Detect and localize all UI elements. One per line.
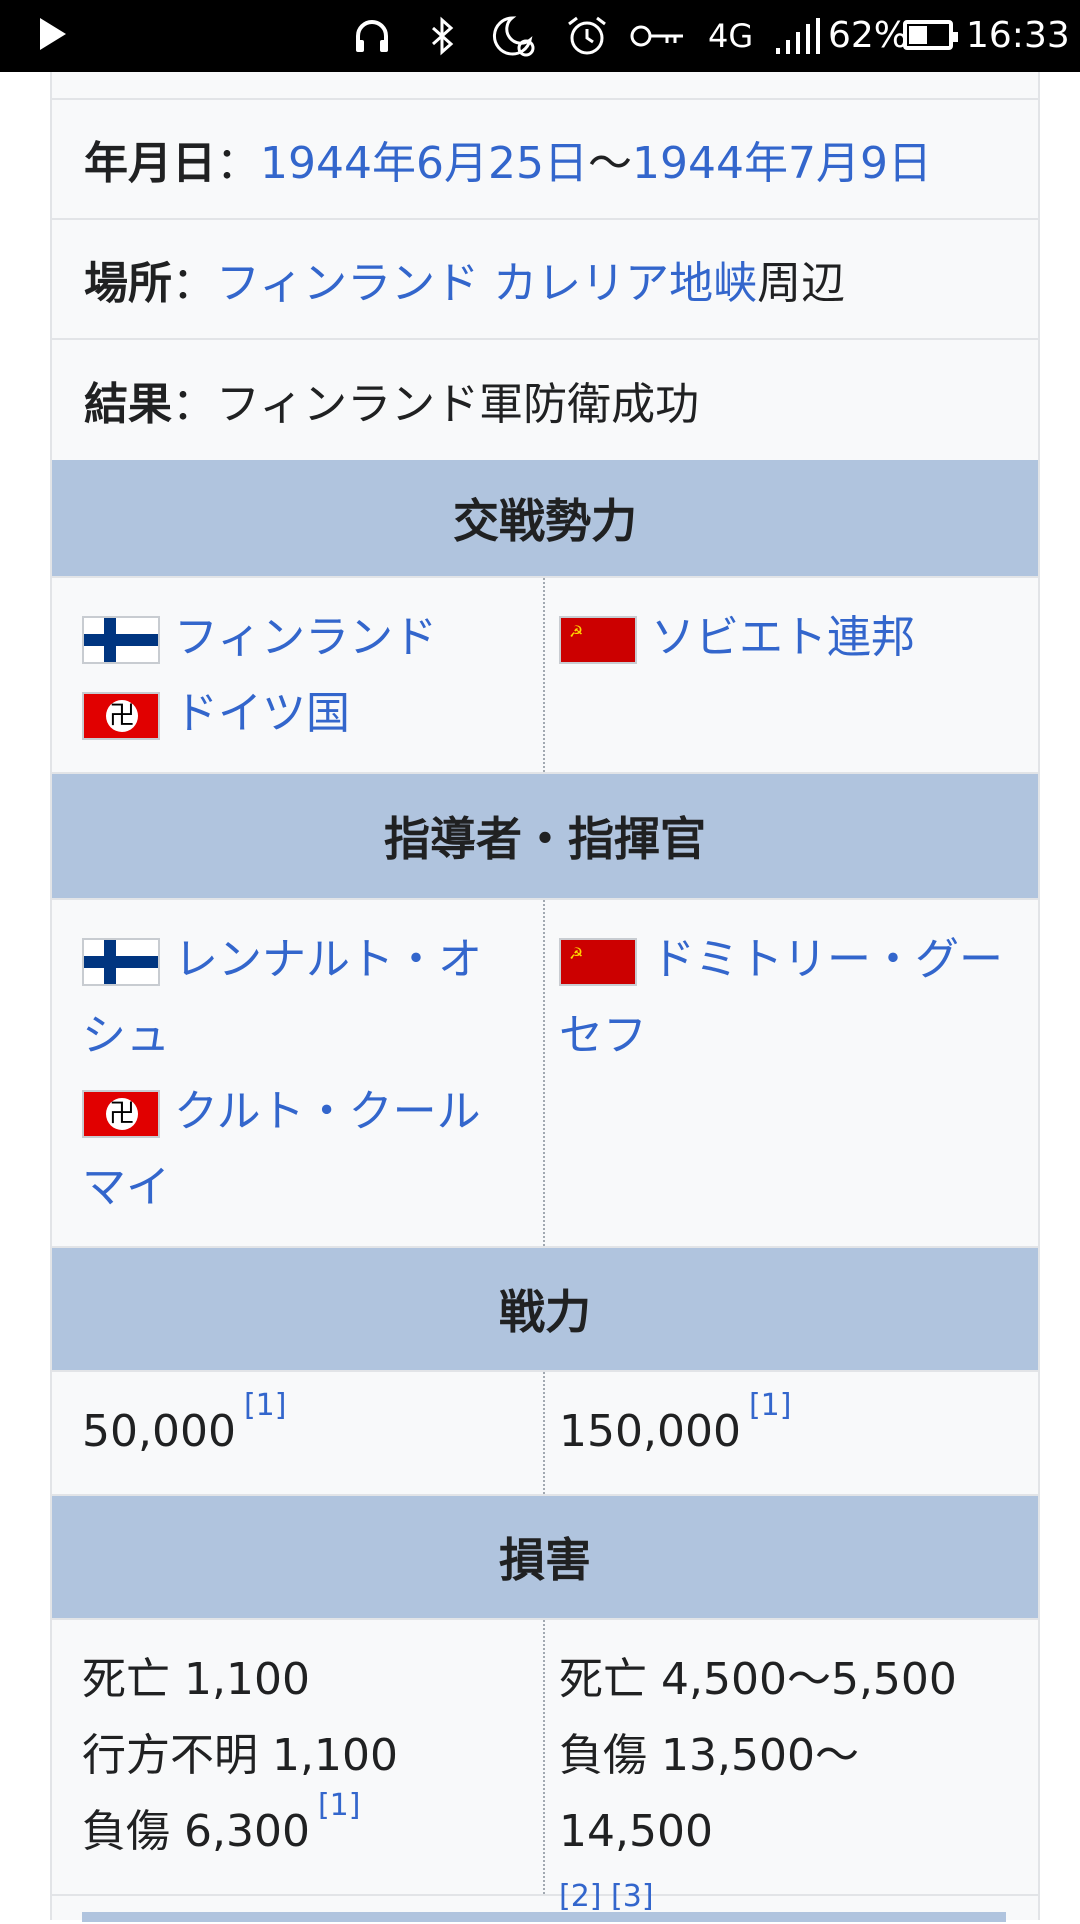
casualty-line: 負傷 6,300 [82,1806,310,1857]
infobox: 年月日： 1944年6月25日〜 1944年7月9日 場所：フィンランド カレリア地… [50,72,1040,1922]
casualty-line: 死亡 1,100 [82,1654,310,1705]
place-row: 場所：フィンランド カレリア地峡 周辺 [52,220,1038,340]
soviet-flag-icon[interactable]: ☭ [559,616,637,664]
soviet-link[interactable]: ソビエト連邦 [651,612,915,663]
casualties-right-ref[interactable]: [2] [559,1879,602,1914]
finland-flag-icon[interactable] [82,616,160,664]
strength-row: 50,000[1] 150,000[1] [52,1372,1038,1496]
result-separator: ： [172,379,216,430]
belligerent-soviet: ☭ ソビエト連邦 [559,600,1010,676]
bluetooth-icon [420,14,464,58]
finland-flag-icon[interactable] [82,938,160,986]
clock: 16:33 [966,15,1070,56]
finland-link[interactable]: フィンランド [174,612,437,663]
play-icon [40,18,66,50]
casualty-line: 行方不明 1,100 [82,1730,398,1781]
network-type: 4G [708,17,754,55]
strength-left-ref[interactable]: [1] [244,1388,287,1423]
casualties-left-ref[interactable]: [1] [318,1788,361,1823]
strength-right: 150,000[1] [545,1372,1038,1494]
date-separator: ： [216,138,260,189]
date-start-link[interactable]: 1944年6月25日 [260,127,588,191]
place-separator: ： [172,258,216,309]
commanders-row: レンナルト・オシュ 卍クルト・クールマイ ☭ ドミトリー・グーセフ [52,900,1038,1248]
soviet-flag-icon[interactable]: ☭ [559,938,637,986]
commander-germany: 卍クルト・クールマイ [82,1074,515,1226]
section-header-belligerents: 交戦勢力 [52,460,1038,578]
germany-link[interactable]: ドイツ国 [174,688,350,739]
do-not-disturb-icon [488,14,538,58]
strength-right-ref[interactable]: [1] [749,1388,792,1423]
strength-right-value: 150,000 [559,1406,741,1457]
belligerents-row: フィンランド 卍ドイツ国 ☭ ソビエト連邦 [52,578,1038,774]
section-header-strength: 戦力 [52,1248,1038,1372]
commander-soviet: ☭ ドミトリー・グーセフ [559,922,1010,1074]
casualties-left: 死亡 1,100 行方不明 1,100 負傷 6,300[1] [52,1620,545,1894]
casualty-line: 負傷 13,500〜14,500 [559,1730,859,1857]
casualty-line-with-ref: 負傷 6,300[1] [82,1788,515,1870]
date-row: 年月日： 1944年6月25日〜 1944年7月9日 [52,100,1038,220]
casualties-right-ref[interactable]: [3] [611,1879,654,1914]
date-range-separator: 〜 [587,138,632,189]
result-value: フィンランド軍防衛成功 [216,379,700,430]
casualties-right: 死亡 4,500〜5,500 負傷 13,500〜14,500 [2] [3] [545,1620,1038,1914]
commander-finland: レンナルト・オシュ [82,922,515,1074]
place-link[interactable]: フィンランド カレリア地峡 [216,247,757,311]
belligerent-finland: フィンランド [82,600,515,676]
result-row: 結果：フィンランド軍防衛成功 [52,340,1038,460]
battery-percent: 62% [828,15,909,56]
place-label: 場所 [84,258,172,309]
date-label: 年月日 [84,138,216,189]
casualties-row: 死亡 1,100 行方不明 1,100 負傷 6,300[1] 死亡 4,500… [52,1620,1038,1914]
battery-icon [903,20,958,50]
status-bar: 4G 62% 16:33 [0,0,1080,72]
vpn-key-icon [628,14,688,58]
belligerent-germany: 卍ドイツ国 [82,676,515,752]
next-section-header-partial [82,1912,1006,1922]
headphones-icon [350,14,394,58]
section-header-casualties: 損害 [52,1496,1038,1620]
strength-left: 50,000[1] [52,1372,545,1494]
commanders-left: レンナルト・オシュ 卍クルト・クールマイ [52,900,545,1246]
section-header-commanders: 指導者・指揮官 [52,774,1038,900]
signal-icon [774,14,820,58]
belligerents-right: ☭ ソビエト連邦 [545,578,1038,772]
casualty-line: 死亡 4,500〜5,500 [559,1654,957,1705]
belligerents-left: フィンランド 卍ドイツ国 [52,578,545,772]
strength-left-value: 50,000 [82,1406,236,1457]
germany-flag-icon[interactable]: 卍 [82,692,160,740]
date-end-link[interactable]: 1944年7月9日 [632,127,932,191]
alarm-icon [564,14,610,58]
germany-flag-icon[interactable]: 卍 [82,1090,160,1138]
result-label: 結果 [84,379,172,430]
place-suffix: 周辺 [757,258,846,309]
infobox-top-divider [52,72,1038,100]
commanders-right: ☭ ドミトリー・グーセフ [545,900,1038,1246]
